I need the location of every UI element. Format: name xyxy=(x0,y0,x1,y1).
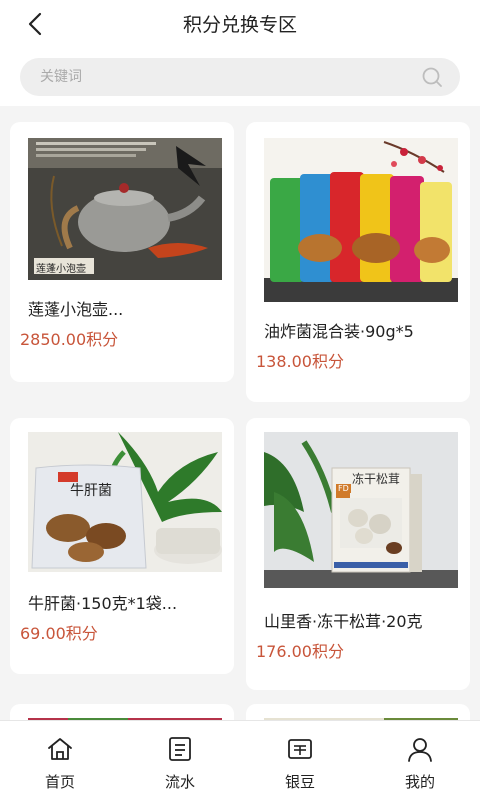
tab-label: 首页 xyxy=(44,773,75,791)
search-icon[interactable] xyxy=(420,66,444,88)
product-image: 牛肝菌 xyxy=(28,432,222,572)
tab-label: 流水 xyxy=(164,773,195,791)
tab-home[interactable]: 首页 xyxy=(0,721,120,800)
top-nav-bar: 积分兑换专区 xyxy=(0,0,480,48)
product-card[interactable]: FD 冻干松茸 山里香·冻干松茸·20克 176.00积分 xyxy=(246,418,470,690)
product-image: FD 冻干松茸 xyxy=(264,432,458,588)
tab-silver-beans[interactable]: 银豆 xyxy=(240,721,360,800)
tab-flow[interactable]: 流水 xyxy=(120,721,240,800)
product-card[interactable] xyxy=(246,704,470,720)
image-caption: 冻干松茸 xyxy=(352,472,401,486)
search-bar xyxy=(20,58,460,96)
product-card[interactable]: 牛肝菌 牛肝菌·150克*1袋... 69.00积分 xyxy=(10,418,234,674)
image-caption: 莲蓬小泡壶 xyxy=(36,264,86,275)
list-icon xyxy=(169,737,191,761)
bottom-tab-bar: 首页 流水 银豆 我的 xyxy=(0,720,480,800)
image-caption: 牛肝菌 xyxy=(70,483,112,499)
home-icon xyxy=(48,738,72,760)
product-points: 69.00积分 xyxy=(20,624,98,643)
image-badge: FD xyxy=(336,484,351,493)
tab-mine[interactable]: 我的 xyxy=(360,721,480,800)
search-input[interactable] xyxy=(40,58,420,96)
product-name: 莲蓬小泡壶... xyxy=(28,300,124,319)
tab-label: 银豆 xyxy=(284,773,315,791)
receipt-icon xyxy=(288,739,312,759)
mushroom-snack-illustration xyxy=(264,138,458,302)
product-card[interactable] xyxy=(10,704,234,720)
product-points: 176.00积分 xyxy=(256,642,344,661)
product-card[interactable]: 油炸菌混合装·90g*5 138.00积分 xyxy=(246,122,470,402)
user-icon xyxy=(408,738,432,762)
product-name: 牛肝菌·150克*1袋... xyxy=(28,594,178,613)
search-section xyxy=(0,48,480,106)
teapot-illustration xyxy=(28,138,222,280)
product-name: 山里香·冻干松茸·20克 xyxy=(264,612,423,631)
freeze-dried-mushroom-illustration xyxy=(264,432,458,588)
product-image xyxy=(264,138,458,302)
product-grid: 莲蓬小泡壶 莲蓬小泡壶... 2850.00积分 油炸菌混合装·90g*5 13… xyxy=(0,106,480,720)
tab-label: 我的 xyxy=(404,773,435,791)
product-points: 138.00积分 xyxy=(256,352,344,371)
page-title: 积分兑换专区 xyxy=(182,14,297,36)
dried-mushroom-illustration xyxy=(28,432,222,572)
product-points: 2850.00积分 xyxy=(20,330,119,349)
product-name: 油炸菌混合装·90g*5 xyxy=(264,322,414,341)
product-image: 莲蓬小泡壶 xyxy=(28,138,222,280)
product-card[interactable]: 莲蓬小泡壶 莲蓬小泡壶... 2850.00积分 xyxy=(10,122,234,382)
